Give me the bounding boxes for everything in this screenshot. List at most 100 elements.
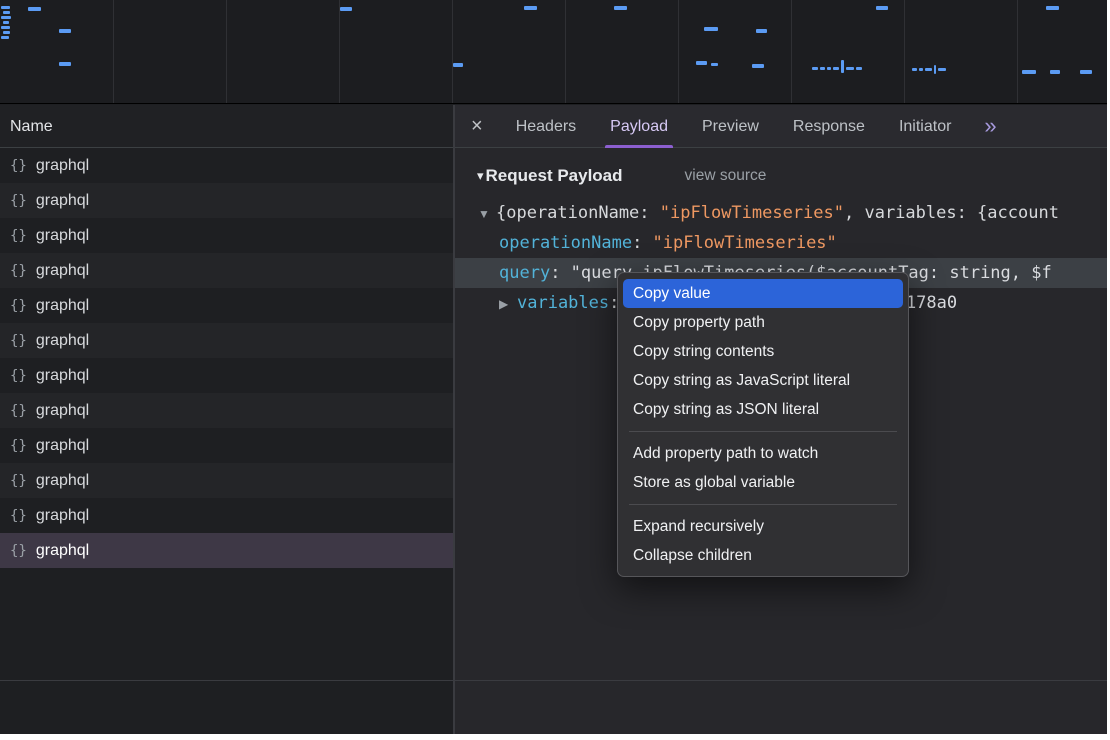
request-row[interactable]: {} graphql: [0, 183, 453, 218]
tab-strip: Headers Payload Preview Response Initiator: [499, 105, 969, 148]
request-name: graphql: [36, 157, 89, 175]
request-row[interactable]: {}graphql: [0, 393, 453, 428]
request-list: {} graphql {} graphql {} graphql {} graphql {} gr…: [0, 148, 453, 568]
request-name: graphql: [36, 297, 89, 315]
close-details-icon[interactable]: ×: [471, 105, 483, 148]
context-menu-item[interactable]: Copy value: [623, 279, 903, 308]
request-row[interactable]: {}graphql: [0, 323, 453, 358]
timeline-activity-bar: [925, 68, 932, 71]
json-braces-icon: {}: [10, 193, 27, 209]
json-braces-icon: {}: [10, 543, 27, 559]
timeline-activity-bar: [1, 16, 11, 19]
tab-preview[interactable]: Preview: [702, 105, 759, 148]
json-braces-icon: {}: [10, 508, 27, 524]
tree-text: "ipFlowTimeseries": [660, 203, 844, 223]
request-row[interactable]: {}graphql: [0, 498, 453, 533]
json-braces-icon: {}: [10, 368, 27, 384]
timeline-activity-bar: [59, 62, 71, 66]
timeline-gridline: [226, 0, 227, 103]
context-menu-item[interactable]: Collapse children: [623, 541, 903, 570]
timeline-activity-bar: [876, 6, 888, 10]
context-menu-item[interactable]: Add property path to watch: [623, 439, 903, 468]
json-braces-icon: {}: [10, 298, 27, 314]
tree-text: {operationName:: [496, 203, 660, 223]
request-name: graphql: [36, 437, 89, 455]
json-braces-icon: {}: [10, 263, 27, 279]
timeline-activity-bar: [1046, 6, 1059, 10]
timeline-activity-bar: [833, 67, 839, 70]
request-row[interactable]: {} graphql: [0, 218, 453, 253]
json-braces-icon: {}: [10, 403, 27, 419]
network-overview-timeline[interactable]: [0, 0, 1107, 104]
tree-text: :: [632, 233, 652, 253]
tab-response[interactable]: Response: [793, 105, 865, 148]
timeline-activity-bar: [752, 64, 764, 68]
timeline-activity-bar: [340, 7, 352, 11]
timeline-gridline: [565, 0, 566, 103]
request-row[interactable]: {} graphql: [0, 288, 453, 323]
json-braces-icon: {}: [10, 158, 27, 174]
json-braces-icon: {}: [10, 228, 27, 244]
timeline-activity-bar: [812, 67, 818, 70]
timeline-activity-bar: [3, 21, 9, 24]
request-name: graphql: [36, 542, 89, 560]
name-column-header[interactable]: Name: [0, 105, 453, 148]
context-menu-separator: [629, 431, 897, 432]
timeline-activity-bar: [1050, 70, 1060, 74]
timeline-activity-bar: [704, 27, 718, 31]
tree-text: operationName: [499, 233, 632, 253]
timeline-activity-bar: [938, 68, 946, 71]
timeline-activity-bar: [1, 6, 10, 9]
panel-divider[interactable]: [453, 105, 455, 734]
timeline-activity-bar: [696, 61, 707, 65]
tree-text: query: [499, 263, 550, 283]
tree-text: variables: [517, 293, 609, 313]
timeline-activity-bar: [1080, 70, 1092, 74]
timeline-activity-bar: [614, 6, 627, 10]
context-menu-item[interactable]: Expand recursively: [623, 512, 903, 541]
request-name: graphql: [36, 227, 89, 245]
tree-text: "ipFlowTimeseries": [653, 233, 837, 253]
request-row[interactable]: {} graphql: [0, 358, 453, 393]
section-disclosure-triangle-icon[interactable]: ▾: [477, 168, 484, 184]
view-source-link[interactable]: view source: [685, 167, 767, 185]
tree-row[interactable]: operationName: "ipFlowTimeseries": [455, 228, 1107, 258]
timeline-activity-bar: [846, 67, 854, 70]
timeline-activity-bar: [3, 11, 10, 14]
request-row[interactable]: {} graphql: [0, 533, 453, 568]
request-row[interactable]: {} graphql: [0, 148, 453, 183]
timeline-activity-bar: [919, 68, 923, 71]
more-tabs-icon[interactable]: »: [984, 113, 996, 139]
request-row[interactable]: {}graphql: [0, 463, 453, 498]
context-menu-item[interactable]: Copy string contents: [623, 337, 903, 366]
tab-initiator[interactable]: Initiator: [899, 105, 951, 148]
tree-expand-icon[interactable]: ▶: [499, 289, 517, 318]
timeline-activity-bar: [934, 65, 936, 74]
request-name: graphql: [36, 192, 89, 210]
context-menu-item[interactable]: Store as global variable: [623, 468, 903, 497]
request-row[interactable]: {} graphql: [0, 428, 453, 463]
tree-row[interactable]: ▼{operationName: "ipFlowTimeseries", var…: [455, 198, 1107, 228]
timeline-activity-bar: [711, 63, 718, 66]
request-row[interactable]: {} graphql: [0, 253, 453, 288]
timeline-activity-bar: [856, 67, 862, 70]
json-braces-icon: {}: [10, 438, 27, 454]
context-menu-item[interactable]: Copy string as JavaScript literal: [623, 366, 903, 395]
tab-headers[interactable]: Headers: [516, 105, 576, 148]
timeline-activity-bar: [820, 67, 825, 70]
context-menu: Copy valueCopy property pathCopy string …: [617, 272, 909, 577]
request-name: graphql: [36, 262, 89, 280]
timeline-activity-bar: [59, 29, 71, 33]
timeline-activity-bar: [1, 36, 9, 39]
tree-text: , variables: {account: [844, 203, 1059, 223]
requests-panel: Name {}graphql{}graphql{}graphql{}graphq…: [0, 105, 453, 734]
timeline-activity-bar: [912, 68, 917, 71]
timeline-gridline: [339, 0, 340, 103]
tab-payload[interactable]: Payload: [610, 105, 668, 148]
tree-expand-icon[interactable]: ▼: [478, 199, 496, 228]
timeline-activity-bar: [3, 31, 10, 34]
request-name: graphql: [36, 472, 89, 490]
context-menu-item[interactable]: Copy string as JSON literal: [623, 395, 903, 424]
context-menu-item[interactable]: Copy property path: [623, 308, 903, 337]
request-name: graphql: [36, 367, 89, 385]
